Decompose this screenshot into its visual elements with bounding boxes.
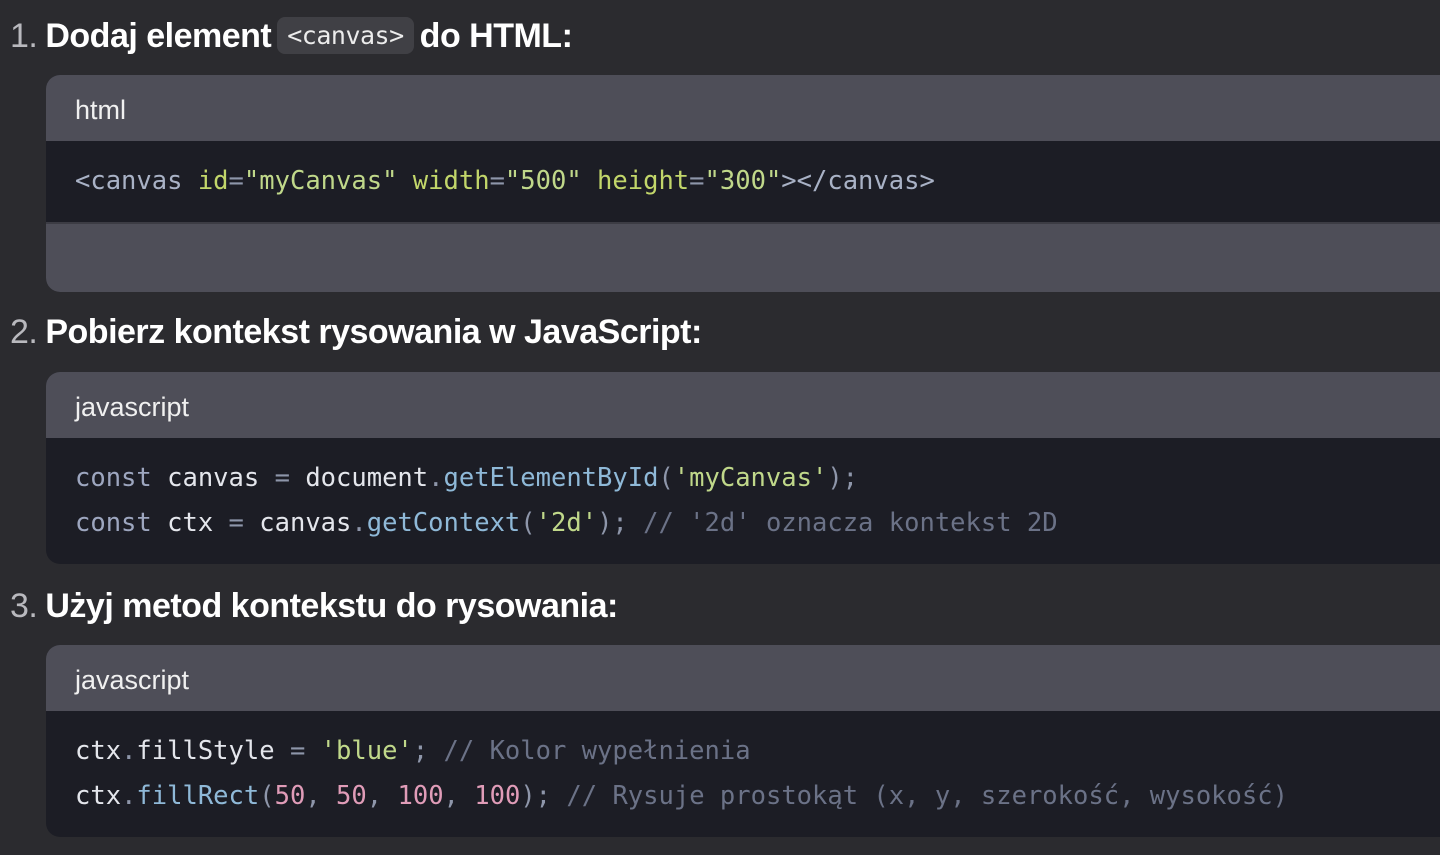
code-token: , — [366, 781, 398, 811]
code-token: <canvas — [75, 166, 198, 196]
code-token: ( — [259, 781, 275, 811]
step-1-heading: 1. Dodaj element <canvas> do HTML: — [10, 16, 573, 59]
code-token: , — [443, 781, 475, 811]
step-1-number: 1. — [10, 17, 38, 55]
code-line: const ctx = canvas.getContext('2d'); // … — [75, 501, 1440, 546]
code-token: "500" — [504, 166, 598, 196]
code-token: . — [428, 463, 444, 493]
code-token: ( — [520, 508, 536, 538]
code-token: "300" — [704, 166, 782, 196]
code-token: // '2d' oznacza kontekst 2D — [643, 508, 1058, 538]
code-token: ); — [597, 508, 644, 538]
code-token: "myCanvas" — [243, 166, 413, 196]
code-block-1-body: <canvas id="myCanvas" width="500" height… — [46, 141, 1440, 222]
code-token: ctx — [167, 508, 229, 538]
code-token: . — [351, 508, 367, 538]
code-token: canvas — [167, 463, 275, 493]
code-block-2: javascript const canvas = document.getEl… — [46, 372, 1440, 564]
code-token: '2d' — [535, 508, 598, 538]
code-token: . — [121, 736, 137, 766]
code-token: = — [689, 166, 705, 196]
code-line: <canvas id="myCanvas" width="500" height… — [75, 159, 1440, 204]
code-line: ctx.fillRect(50, 50, 100, 100); // Rysuj… — [75, 774, 1440, 819]
code-token: 100 — [397, 781, 444, 811]
step-1-inline-code: <canvas> — [277, 17, 414, 54]
code-token: getContext — [366, 508, 521, 538]
code-token: 'myCanvas' — [673, 463, 828, 493]
code-token: id — [197, 166, 229, 196]
code-token: getElementById — [443, 463, 659, 493]
step-3-number: 3. — [10, 587, 38, 625]
code-token: fillStyle — [136, 736, 290, 766]
code-token: document — [305, 463, 429, 493]
code-token: const — [75, 463, 168, 493]
step-2-heading: 2. Pobierz kontekst rysowania w JavaScrip… — [10, 312, 702, 352]
step-2-number: 2. — [10, 313, 38, 351]
code-token: = — [274, 463, 306, 493]
step-1-title-after: do HTML: — [419, 17, 573, 55]
code-line: ctx.fillStyle = 'blue'; // Kolor wypełni… — [75, 729, 1440, 774]
code-token: 50 — [336, 781, 367, 811]
code-token: ctx — [75, 781, 122, 811]
code-token: canvas — [259, 508, 352, 538]
step-1-title-before: Dodaj element — [45, 17, 272, 55]
code-token: 50 — [274, 781, 306, 811]
code-block-1-footer — [46, 222, 1440, 292]
code-block-2-language: javascript — [46, 372, 1440, 438]
code-token: ctx — [75, 736, 122, 766]
code-block-1-language: html — [46, 75, 1440, 141]
code-block-3-language: javascript — [46, 645, 1440, 711]
code-token: = — [289, 736, 321, 766]
code-block-2-body: const canvas = document.getElementById('… — [46, 438, 1440, 546]
code-token: = — [228, 508, 260, 538]
code-token: ); — [827, 463, 859, 493]
code-token: // Kolor wypełnienia — [443, 736, 751, 766]
code-token: ></canvas> — [781, 166, 935, 196]
code-token: , — [305, 781, 337, 811]
code-token: . — [121, 781, 137, 811]
code-token: fillRect — [136, 781, 260, 811]
code-token: ; — [412, 736, 444, 766]
code-token: ); — [520, 781, 567, 811]
code-block-1: html <canvas id="myCanvas" width="500" h… — [46, 75, 1440, 292]
code-token: height — [597, 166, 690, 196]
code-block-3: javascript ctx.fillStyle = 'blue'; // Ko… — [46, 645, 1440, 837]
code-token: // Rysuje prostokąt (x, y, szerokość, wy… — [566, 781, 1288, 811]
step-3-heading: 3. Użyj metod kontekstu do rysowania: — [10, 586, 618, 626]
step-3-title: Użyj metod kontekstu do rysowania: — [45, 587, 618, 625]
code-token: width — [412, 166, 490, 196]
code-token: 100 — [474, 781, 521, 811]
code-token: const — [75, 508, 168, 538]
code-token: 'blue' — [320, 736, 413, 766]
code-token: ( — [658, 463, 674, 493]
code-token: = — [228, 166, 244, 196]
step-2-title: Pobierz kontekst rysowania w JavaScript: — [45, 313, 702, 351]
code-token: = — [489, 166, 505, 196]
code-block-3-body: ctx.fillStyle = 'blue'; // Kolor wypełni… — [46, 711, 1440, 819]
code-line: const canvas = document.getElementById('… — [75, 456, 1440, 501]
